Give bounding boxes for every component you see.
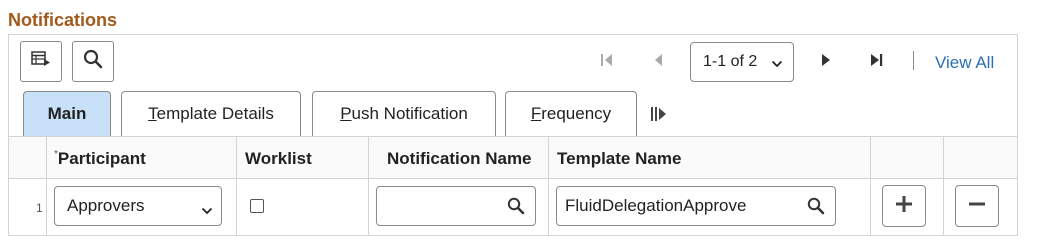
worklist-checkbox[interactable] (250, 199, 264, 213)
template-name-value: FluidDelegationApprove (565, 196, 747, 215)
tab-template-details[interactable]: Template Details (121, 91, 301, 136)
column-header-notification-name[interactable]: Notification Name (387, 149, 532, 169)
page-range-select[interactable]: 1-1 of 2 (690, 42, 794, 82)
page-range-label: 1-1 of 2 (703, 53, 758, 70)
column-divider (943, 137, 944, 235)
pager-divider (913, 51, 914, 70)
column-divider (236, 137, 237, 235)
tab-main-label: Main (47, 104, 87, 123)
participant-select[interactable]: Approvers (54, 186, 222, 226)
participant-value: Approvers (67, 196, 145, 215)
chevron-down-icon (201, 201, 213, 221)
last-page-icon[interactable] (869, 52, 885, 73)
plus-icon (895, 195, 913, 218)
section-title: Notifications (8, 10, 118, 30)
view-all-link[interactable]: View All (935, 53, 994, 73)
add-row-button[interactable] (882, 185, 926, 227)
column-divider (46, 137, 47, 235)
previous-page-icon[interactable] (652, 52, 664, 73)
column-divider (548, 137, 549, 235)
tab-frequency[interactable]: Frequency (505, 91, 637, 136)
tab-main[interactable]: Main (23, 91, 111, 136)
search-icon (83, 49, 103, 74)
tab-frequency-label: Frequency (530, 104, 612, 123)
next-page-icon[interactable] (820, 52, 832, 73)
column-header-participant[interactable]: *Participant (54, 149, 146, 169)
tab-template-details-label: Template Details (148, 104, 274, 123)
template-name-input[interactable]: FluidDelegationApprove (556, 186, 836, 226)
first-page-icon[interactable] (600, 52, 614, 73)
tab-push-notification-label: Push Notification (340, 104, 468, 123)
grid-personalize-icon (31, 51, 51, 72)
personalize-grid-button[interactable] (20, 41, 62, 82)
column-header-template-name[interactable]: Template Name (557, 149, 681, 169)
minus-icon (968, 195, 986, 218)
show-all-columns-icon[interactable] (650, 106, 668, 127)
find-button[interactable] (72, 41, 114, 82)
column-divider (870, 137, 871, 235)
chevron-down-icon (771, 56, 783, 74)
lookup-search-icon[interactable] (807, 197, 825, 220)
column-divider (368, 137, 369, 235)
lookup-search-icon[interactable] (507, 197, 525, 220)
notification-name-input[interactable] (376, 186, 536, 226)
tab-push-notification[interactable]: Push Notification (312, 91, 496, 136)
delete-row-button[interactable] (955, 185, 999, 227)
row-number: 1 (36, 201, 43, 215)
column-header-worklist[interactable]: Worklist (245, 149, 312, 169)
